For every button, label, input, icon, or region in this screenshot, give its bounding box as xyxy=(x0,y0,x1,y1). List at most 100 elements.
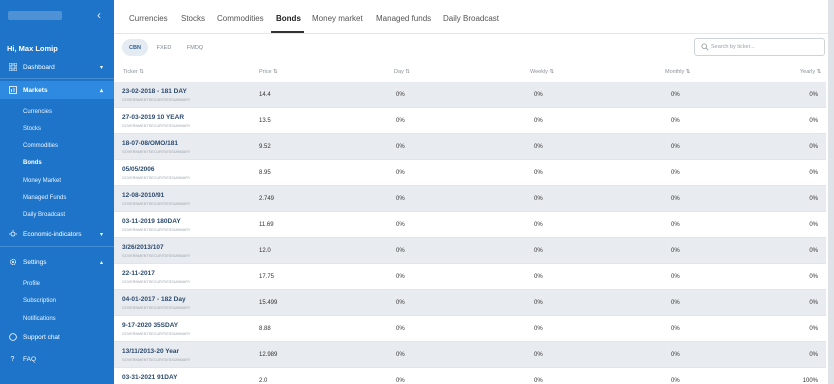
ticker-name: 18-07-08/OMO/181 xyxy=(122,140,179,147)
day-change: 0% xyxy=(396,352,405,358)
yearly-change: 0% xyxy=(809,300,818,306)
monthly-change: 0% xyxy=(671,196,680,202)
table-row[interactable]: 23-02-2018 - 181 DAY GOVERNMENTSECURITIES… xyxy=(114,82,826,108)
monthly-change: 0% xyxy=(671,300,680,306)
sidebar-subitem-profile[interactable]: Profile xyxy=(23,281,40,287)
header-weekly[interactable]: Weekly ⇅ xyxy=(530,69,554,75)
tab-managed-funds[interactable]: Managed funds xyxy=(376,14,431,23)
sidebar-subitem-money-market[interactable]: Money Market xyxy=(23,178,61,184)
sidebar-subitem-bonds[interactable]: Bonds xyxy=(23,160,42,166)
table-row[interactable]: 04-01-2017 - 182 Day GOVERNMENTSECURITIES… xyxy=(114,290,826,316)
yearly-change: 0% xyxy=(809,118,818,124)
tab-commodities[interactable]: Commodities xyxy=(217,14,264,23)
table-row[interactable]: 03-31-2021 91DAYGOVERNMENTSECURITIESSUMM… xyxy=(114,368,826,384)
table-row[interactable]: 9-17-2020 35SDAY GOVERNMENTSECURITIESSUMM… xyxy=(114,316,826,342)
caret-down-icon: ▾ xyxy=(100,64,104,71)
sidebar-subitem-notifications[interactable]: Notifications xyxy=(23,316,56,322)
table-row[interactable]: 12-08-2010/91 GOVERNMENTSECURITIESSUMMARY… xyxy=(114,186,826,212)
divider xyxy=(0,246,114,247)
yearly-change: 0% xyxy=(809,274,818,280)
sidebar-subitem-managed-funds[interactable]: Managed Funds xyxy=(23,195,66,201)
sidebar-header: ‹ xyxy=(0,0,114,32)
weekly-change: 0% xyxy=(534,352,543,358)
price-value: 8.88 xyxy=(259,326,271,332)
sidebar-item-settings[interactable]: Settings ▴ xyxy=(0,253,114,271)
sidebar-subitem-currencies[interactable]: Currencies xyxy=(23,109,52,115)
table-row[interactable]: 05/05/2006 GOVERNMENTSECURITIESSUMMARY 8.9… xyxy=(114,160,826,186)
weekly-change: 0% xyxy=(534,196,543,202)
filter-fmdq[interactable]: FMDQ xyxy=(182,39,208,56)
header-day[interactable]: Day ⇅ xyxy=(394,69,410,75)
ticker-name: 03-31-2021 91DAY xyxy=(122,374,178,381)
day-change: 0% xyxy=(396,274,405,280)
price-value: 12.0 xyxy=(259,248,271,254)
price-value: 2.749 xyxy=(259,196,275,202)
header-ticker[interactable]: Ticker ⇅ xyxy=(123,69,144,75)
header-yearly[interactable]: Yearly ⇅ xyxy=(800,69,821,75)
tab-stocks[interactable]: Stocks xyxy=(181,14,205,23)
tab-money-market[interactable]: Money market xyxy=(312,14,363,23)
ticker-category: GOVERNMENTSECURITIESSUMMARY xyxy=(122,332,191,336)
weekly-change: 0% xyxy=(534,118,543,124)
day-change: 0% xyxy=(396,144,405,150)
sidebar-item-faq[interactable]: ? FAQ xyxy=(0,350,114,368)
monthly-change: 0% xyxy=(671,144,680,150)
monthly-change: 0% xyxy=(671,378,680,384)
ticker-name: 03-11-2019 180DAY xyxy=(122,218,181,225)
table-row[interactable]: 3/26/2013/107 GOVERNMENTSECURITIESSUMMARY… xyxy=(114,238,826,264)
monthly-change: 0% xyxy=(671,274,680,280)
filter-cbn[interactable]: CBN xyxy=(122,39,148,56)
day-change: 0% xyxy=(396,300,405,306)
divider xyxy=(0,78,114,79)
weekly-change: 0% xyxy=(534,222,543,228)
ticker-name: 05/05/2006 xyxy=(122,166,155,173)
sidebar-item-label: FAQ xyxy=(23,355,37,363)
ticker-name: 04-01-2017 - 182 Day xyxy=(122,296,186,303)
header-price[interactable]: Price ⇅ xyxy=(259,69,278,75)
weekly-change: 0% xyxy=(534,92,543,98)
tab-bonds[interactable]: Bonds xyxy=(276,14,301,23)
yearly-change: 100% xyxy=(802,378,818,384)
table-row[interactable]: 18-07-08/OMO/181 GOVERNMENTSECURITIESSUMM… xyxy=(114,134,826,160)
monthly-change: 0% xyxy=(671,170,680,176)
filter-fxed[interactable]: FXED xyxy=(152,39,176,56)
yearly-change: 0% xyxy=(809,326,818,332)
monthly-change: 0% xyxy=(671,222,680,228)
ticker-category: GOVERNMENTSECURITIESSUMMARY xyxy=(122,228,191,232)
chat-icon xyxy=(8,333,17,342)
sidebar-subitem-stocks[interactable]: Stocks xyxy=(23,126,41,132)
monthly-change: 0% xyxy=(671,92,680,98)
price-value: 12.989 xyxy=(259,352,278,358)
table-row[interactable]: 13/11/2013-20 Year GOVERNMENTSECURITIESSU… xyxy=(114,342,826,368)
price-value: 11.69 xyxy=(259,222,274,228)
header-monthly[interactable]: Monthly ⇅ xyxy=(665,69,690,75)
price-value: 9.52 xyxy=(259,144,271,150)
sidebar-item-economic-indicators[interactable]: Economic-indicators ▾ xyxy=(0,225,114,243)
sidebar-item-support-chat[interactable]: Support chat xyxy=(0,328,114,346)
bulb-icon xyxy=(8,230,17,239)
sidebar-item-dashboard[interactable]: Dashboard ▾ xyxy=(0,58,114,76)
tab-daily-broadcast[interactable]: Daily Broadcast xyxy=(443,14,499,23)
scrollbar[interactable] xyxy=(828,0,834,384)
market-tabs: Currencies Stocks Commodities Bonds Mone… xyxy=(114,0,834,34)
question-icon: ? xyxy=(10,355,15,363)
sidebar-subitem-daily-broadcast[interactable]: Daily Broadcast xyxy=(23,212,65,218)
ticker-category: GOVERNMENTSECURITIESSUMMARY xyxy=(122,280,191,284)
sidebar-item-markets[interactable]: Markets ▴ xyxy=(0,81,114,99)
sidebar-subitem-subscription[interactable]: Subscription xyxy=(23,298,56,304)
chevron-left-icon[interactable]: ‹ xyxy=(97,8,101,22)
price-value: 14.4 xyxy=(259,92,271,98)
ticker-name: 27-03-2019 10 YEAR xyxy=(122,114,185,121)
sidebar-item-label: Markets xyxy=(23,86,48,94)
yearly-change: 0% xyxy=(809,196,818,202)
search-input[interactable]: Search by ticker... xyxy=(694,38,825,56)
price-value: 2.0 xyxy=(259,378,268,384)
table-row[interactable]: 03-11-2019 180DAY GOVERNMENTSECURITIESSUM… xyxy=(114,212,826,238)
weekly-change: 0% xyxy=(534,248,543,254)
table-row[interactable]: 27-03-2019 10 YEAR GOVERNMENTSECURITIESSU… xyxy=(114,108,826,134)
sidebar-subitem-commodities[interactable]: Commodities xyxy=(23,143,58,149)
ticker-category: GOVERNMENTSECURITIESSUMMARY xyxy=(122,254,191,258)
search-icon xyxy=(701,43,709,51)
tab-currencies[interactable]: Currencies xyxy=(129,14,168,23)
table-row[interactable]: 22-11-2017 GOVERNMENTSECURITIESSUMMARY 17.… xyxy=(114,264,826,290)
